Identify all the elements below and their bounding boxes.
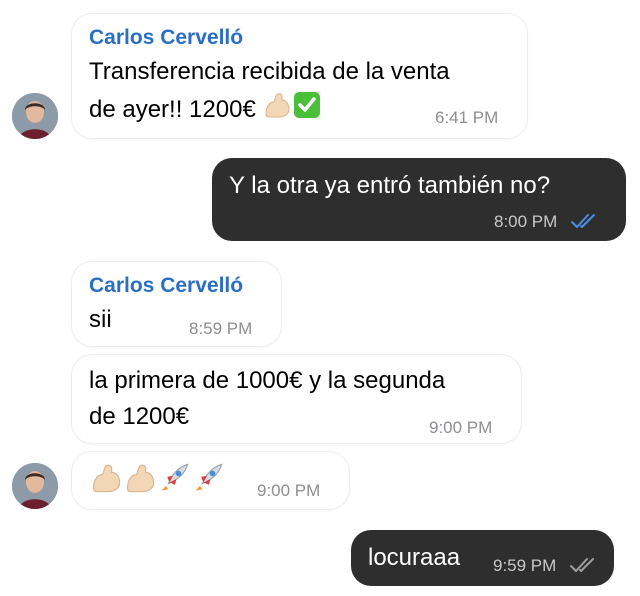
message-text: la primera de 1000€ y la segunda de 1200…	[89, 363, 445, 435]
flexed-biceps-emoji-icon	[89, 461, 123, 506]
message-bubble-incoming[interactable]: Carlos Cervelló Transferencia recibida d…	[72, 14, 527, 138]
message-line: de ayer!! 1200€	[89, 95, 256, 123]
sender-name[interactable]: Carlos Cervelló	[89, 26, 243, 50]
message-text: Y la otra ya entró también no?	[229, 172, 551, 199]
delivered-check-icon	[569, 555, 597, 580]
flexed-biceps-emoji-icon	[262, 90, 292, 131]
message-bubble-outgoing[interactable]: locuraaa 9:59 PM	[351, 530, 614, 586]
message-line: la primera de 1000€ y la segunda	[89, 367, 446, 394]
message-text: Transferencia recibida de la venta de ay…	[89, 54, 450, 131]
message-time: 9:00 PM	[429, 418, 493, 437]
message-time: 8:00 PM	[494, 212, 558, 231]
message-text: sii	[89, 306, 112, 333]
message-line: de 1200€	[89, 403, 190, 430]
message-time: 9:00 PM	[257, 481, 321, 500]
message-bubble-incoming[interactable]: la primera de 1000€ y la segunda de 1200…	[72, 355, 521, 443]
message-time: 8:59 PM	[189, 319, 253, 338]
contact-avatar[interactable]	[12, 93, 58, 139]
emoji-row	[89, 461, 225, 506]
check-mark-emoji-icon	[292, 90, 322, 131]
sender-name[interactable]: Carlos Cervelló	[89, 274, 243, 298]
message-text: locuraaa	[368, 544, 461, 571]
rocket-emoji-icon	[157, 461, 191, 506]
message-line: Transferencia recibida de la venta	[89, 58, 450, 85]
contact-avatar[interactable]	[12, 463, 58, 509]
message-bubble-outgoing[interactable]: Y la otra ya entró también no? 8:00 PM	[212, 158, 626, 241]
flexed-biceps-emoji-icon	[123, 461, 157, 506]
message-time: 9:59 PM	[493, 556, 557, 575]
message-bubble-incoming[interactable]: Carlos Cervelló sii 8:59 PM	[72, 262, 281, 346]
message-bubble-incoming[interactable]: 9:00 PM	[72, 452, 349, 509]
message-time: 6:41 PM	[435, 108, 499, 127]
read-check-icon	[570, 211, 598, 236]
rocket-emoji-icon	[191, 461, 225, 506]
